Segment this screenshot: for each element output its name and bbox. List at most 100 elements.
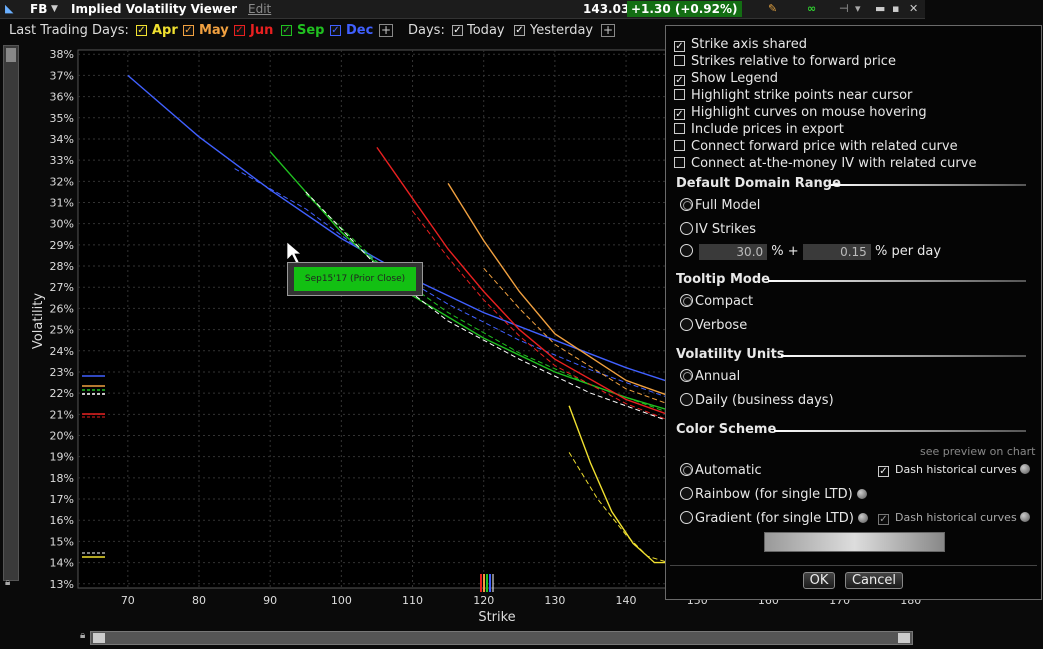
days-label: Days: [408,23,445,38]
domain-percent-input[interactable]: 30.0 [699,244,768,260]
y-tick-label: 36% [50,91,74,104]
radio-verbose[interactable]: Verbose [680,318,747,334]
wrench-icon[interactable]: ✎ [768,3,777,15]
ok-button[interactable]: OK [803,572,835,589]
radio-automatic[interactable]: Automatic [680,463,762,479]
checkbox[interactable]: ✓ [674,41,685,52]
y-tick-label: 26% [50,302,74,315]
radio-button[interactable] [680,393,693,406]
checkbox[interactable] [674,123,685,134]
option-show-legend[interactable]: ✓ Show Legend [674,71,778,87]
radio-label: Rainbow (for single LTD) [695,487,853,502]
y-tick-label: 13% [50,578,74,591]
radio-gradient[interactable]: Gradient (for single LTD) [680,511,869,527]
y-tick-label: 18% [50,472,74,485]
radio-button[interactable] [680,369,693,382]
ltd-label-jun[interactable]: Jun [250,23,273,38]
cancel-button[interactable]: Cancel [845,572,903,589]
y-tick-label: 24% [50,345,74,358]
checkbox[interactable] [674,89,685,100]
scroll-left-button[interactable] [93,633,105,643]
radio-button[interactable] [680,511,693,524]
chevron-down-icon[interactable]: ▼ [51,4,58,14]
radio-rainbow[interactable]: Rainbow (for single LTD) [680,487,867,503]
today-label[interactable]: Today [467,23,505,38]
lock-icon[interactable]: 🔒︎ [80,630,85,641]
checkbox[interactable] [674,157,685,168]
info-icon[interactable] [858,513,869,523]
scroll-right-button[interactable] [898,633,910,643]
add-day-button[interactable]: + [601,24,615,37]
ltd-label-sep[interactable]: Sep [297,23,325,38]
radio-annual[interactable]: Annual [680,369,740,385]
radio-compact[interactable]: Compact [680,294,753,310]
tooltip-label: Sep15'17 (Prior Close) [294,267,416,291]
option-label: Connect forward price with related curve [691,139,958,154]
option-strikes-relative[interactable]: Strikes relative to forward price [674,54,896,70]
scroll-up-button[interactable] [6,48,16,62]
maximize-icon[interactable]: ▪ [892,3,899,15]
vertical-scrollbar[interactable] [3,45,19,581]
gradient-preview[interactable] [764,532,945,552]
radio-button[interactable] [680,294,693,307]
y-tick-label: 32% [50,175,74,188]
close-icon[interactable]: ✕ [909,3,918,15]
radio-button[interactable] [680,198,693,211]
section-title-vol-units: Volatility Units [676,347,785,362]
radio-custom-range[interactable]: 30.0 % + 0.15 % per day [680,244,941,260]
checkbox[interactable]: ✓ [674,75,685,86]
radio-button[interactable] [680,463,693,476]
ltd-label-may[interactable]: May [199,23,229,38]
ltd-checkbox-sep[interactable]: ✓ [281,25,292,36]
ltd-label-apr[interactable]: Apr [152,23,178,38]
info-icon[interactable] [1020,512,1031,522]
checkbox[interactable]: ✓ [674,109,685,120]
ltd-checkbox-jun[interactable]: ✓ [234,25,245,36]
option-dash-historical[interactable]: ✓ Dash historical curves [878,463,1031,479]
symbol-selector[interactable]: FB [30,2,47,16]
horizontal-scrollbar[interactable] [90,631,913,645]
ltd-label-dec[interactable]: Dec [346,23,373,38]
per-day-input[interactable]: 0.15 [802,244,871,260]
radio-full-model[interactable]: Full Model [680,198,760,214]
option-connect-atm[interactable]: Connect at-the-money IV with related cur… [674,156,976,172]
yesterday-label[interactable]: Yesterday [530,23,593,38]
yesterday-checkbox[interactable]: ✓ [514,25,525,36]
checkbox[interactable] [674,140,685,151]
radio-button[interactable] [680,222,693,235]
radio-button[interactable] [680,318,693,331]
option-highlight-strike-points[interactable]: Highlight strike points near cursor [674,88,912,104]
option-include-prices[interactable]: Include prices in export [674,122,844,138]
title-bar: ◣ FB ▼ Implied Volatility Viewer Edit 14… [0,0,925,19]
option-dash-historical-gradient[interactable]: ✓ Dash historical curves [878,511,1031,527]
y-tick-label: 15% [50,535,74,548]
checkbox[interactable]: ✓ [878,466,889,477]
today-checkbox[interactable]: ✓ [452,25,463,36]
radio-button[interactable] [680,244,693,257]
radio-label: IV Strikes [695,222,757,237]
option-connect-forward[interactable]: Connect forward price with related curve [674,139,958,155]
chevron-down-icon[interactable]: ▾ [855,3,861,15]
pin-icon[interactable]: ⊣ [839,3,849,15]
radio-iv-strikes[interactable]: IV Strikes [680,222,756,238]
checkbox[interactable] [674,55,685,66]
ltd-checkbox-may[interactable]: ✓ [183,25,194,36]
ltd-label: Last Trading Days: [9,23,129,38]
edit-link[interactable]: Edit [248,2,271,16]
lock-icon[interactable]: 🔒︎ [5,577,10,588]
ltd-checkbox-apr[interactable]: ✓ [136,25,147,36]
option-label: Highlight curves on mouse hovering [691,105,927,120]
minimize-icon[interactable]: ▬ [875,3,885,15]
info-icon[interactable] [856,489,867,499]
option-label: Strike axis shared [691,37,807,52]
option-highlight-curves[interactable]: ✓ Highlight curves on mouse hovering [674,105,927,121]
ltd-checkbox-dec[interactable]: ✓ [330,25,341,36]
radio-daily[interactable]: Daily (business days) [680,393,834,409]
radio-button[interactable] [680,487,693,500]
add-ltd-button[interactable]: + [379,24,393,37]
checkbox[interactable]: ✓ [878,514,889,525]
link-icon[interactable]: ∞ [807,3,816,15]
info-icon[interactable] [1020,464,1031,474]
y-tick-label: 22% [50,387,74,400]
option-strike-axis-shared[interactable]: ✓ Strike axis shared [674,37,807,53]
